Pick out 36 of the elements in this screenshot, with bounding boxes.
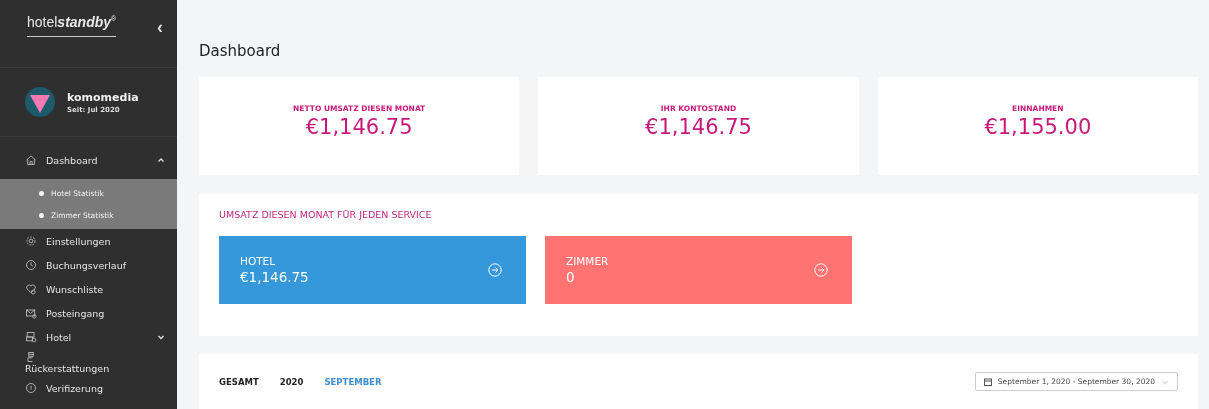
tile-value: 0 (566, 269, 576, 285)
panel-title: UMSATZ DIESEN MONAT FÜR JEDEN SERVICE (219, 209, 433, 220)
avatar-icon (25, 87, 55, 117)
tile-label: ZIMMER (566, 255, 609, 267)
building-icon (25, 331, 37, 343)
arrow-circle-icon[interactable] (814, 263, 828, 277)
clipboard-icon (25, 351, 37, 363)
filter-tab[interactable]: GESAMT (219, 376, 259, 387)
menu-item[interactable]: Rückerstattungen (0, 349, 177, 376)
filter-tab[interactable]: 2020 (279, 376, 304, 387)
menu-group[interactable]: Dashboard (0, 141, 177, 179)
menu-item[interactable]: Einstellungen (0, 229, 177, 253)
clock-icon (25, 259, 37, 271)
tile-value: €1,146.75 (240, 269, 309, 285)
info-icon (25, 382, 37, 394)
menu-item[interactable]: Wunschliste (0, 277, 177, 301)
menu-item[interactable]: Verifizerung (0, 376, 177, 400)
stat-value: €1,146.75 (645, 114, 752, 139)
gear-icon (25, 235, 37, 247)
home-icon (25, 154, 37, 166)
chevron-down-icon (157, 333, 165, 341)
stat-value: €1,146.75 (305, 114, 413, 139)
stat-value: €1,155.00 (984, 114, 1092, 139)
menu-item[interactable]: Buchungsverlauf (0, 253, 177, 277)
menu-group[interactable]: Hotel (0, 325, 177, 349)
calendar-icon (983, 377, 992, 386)
arrow-circle-icon[interactable] (488, 263, 502, 277)
chevron-up-icon (157, 156, 165, 164)
page-title: Dashboard (199, 42, 282, 60)
menu-item[interactable]: Posteingang (0, 301, 177, 325)
mail-icon (25, 307, 37, 319)
brand-logo: hotelstandby$^{®}$ (27, 14, 117, 37)
tile-label: HOTEL (240, 255, 277, 267)
heart-badge-icon (25, 283, 37, 295)
profile-name: komomedia (67, 90, 139, 104)
collapse-sidebar-button[interactable]: ‹ (157, 18, 163, 36)
